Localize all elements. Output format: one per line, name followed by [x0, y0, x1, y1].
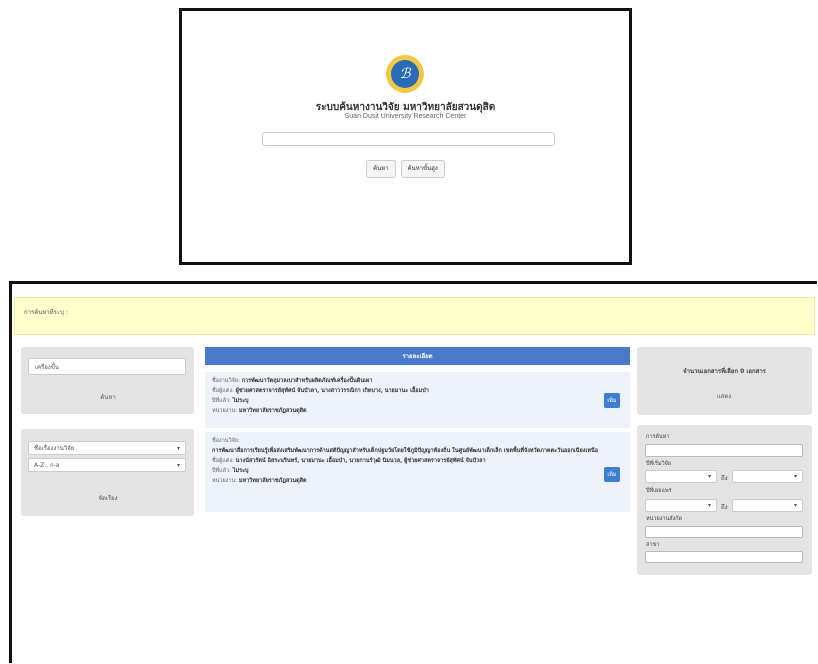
- year-value: ไม่ระบุ: [232, 398, 249, 404]
- advanced-search-button[interactable]: ค้นหาขั้นสูง: [400, 160, 445, 178]
- year-end-to-label: ถึง: [721, 504, 728, 511]
- advanced-search-input[interactable]: [645, 444, 803, 457]
- results-header: รายละเอียด: [205, 347, 630, 365]
- search-field-label: การค้นหา: [646, 434, 670, 440]
- add-button[interactable]: เพิ่ม: [604, 393, 620, 408]
- show-selected-button[interactable]: แสดง: [707, 391, 741, 401]
- result-item: ชื่องานวิจัย: การพัฒนาวัตถุมวลเบาสำหรับผ…: [205, 372, 630, 428]
- chevron-down-icon: ▾: [707, 502, 711, 509]
- year-label: ปีที่แล้ว:: [212, 398, 231, 404]
- selected-count: จำนวนเอกสารที่เลือก 0 เอกสาร: [683, 368, 766, 375]
- sort-button[interactable]: จัดเรียง: [91, 493, 125, 503]
- authors: ผู้ช่วยศาสตราจารย์สุทัศน์ จันบัวลา, นางส…: [235, 388, 429, 394]
- organization: มหาวิทยาลัยราชภัฏสวนดุสิต: [238, 478, 307, 484]
- year-value: ไม่ระบุ: [232, 468, 249, 474]
- search-home-panel: ℬ ระบบค้นหางานวิจัย มหาวิทยาลัยสวนดุสิต …: [179, 8, 632, 265]
- system-subtitle: Suan Dusit University Research Center: [344, 113, 467, 120]
- year-start-to-select[interactable]: ▾: [732, 470, 803, 483]
- research-title-label: ชื่องานวิจัย:: [212, 378, 240, 384]
- keyword-search-button[interactable]: ค้นหา: [91, 392, 125, 402]
- research-title: การพัฒนาวัตถุมวลเบาสำหรับผลิตภัณฑ์เครื่อ…: [241, 378, 373, 384]
- chevron-down-icon: ▾: [707, 473, 711, 480]
- selection-panel: [637, 347, 812, 415]
- branch-input[interactable]: [645, 551, 803, 563]
- year-end-from-select[interactable]: ▾: [645, 499, 717, 512]
- author-label: ชื่อผู้แต่ง:: [212, 388, 234, 394]
- chevron-down-icon: ▾: [176, 461, 180, 469]
- research-title-label: ชื่องานวิจัย:: [212, 438, 240, 444]
- department-label: หน่วยงานสังกัด: [646, 516, 683, 522]
- sort-order-value: A-Z , ก-ฮ: [34, 462, 60, 469]
- sort-order-select[interactable]: A-Z , ก-ฮ ▾: [28, 458, 186, 472]
- university-logo: ℬ: [386, 55, 424, 93]
- year-end-label: ปีที่เผยแพร่: [646, 488, 672, 494]
- chevron-down-icon: ▾: [176, 444, 180, 452]
- result-item: ชื่องานวิจัย: การพัฒนาสื่อการเรียนรู้เพื…: [205, 432, 630, 512]
- logo-emblem-icon: ℬ: [391, 60, 419, 88]
- year-start-to-label: ถึง: [721, 475, 728, 482]
- year-end-to-select[interactable]: ▾: [732, 499, 803, 512]
- home-search-button[interactable]: ค้นหา: [366, 160, 396, 178]
- year-label: ปีที่แล้ว:: [212, 468, 231, 474]
- organization-label: หน่วยงาน:: [212, 478, 238, 484]
- organization: มหาวิทยาลัยราชภัฏสวนดุสิต: [238, 408, 307, 414]
- add-button[interactable]: เพิ่ม: [604, 467, 620, 482]
- keyword-input[interactable]: เครื่องขึ้น: [28, 358, 186, 375]
- chevron-down-icon: ▾: [793, 473, 797, 480]
- branch-label: สาขา: [646, 542, 660, 548]
- sort-field-value: ชื่อเรื่องงานวิจัย: [34, 445, 75, 452]
- sort-field-select[interactable]: ชื่อเรื่องงานวิจัย ▾: [28, 441, 186, 455]
- home-search-buttons: ค้นหา ค้นหาขั้นสูง: [182, 160, 629, 178]
- home-search-input[interactable]: [262, 132, 555, 146]
- search-criteria-label: การค้นหาที่ระบุ :: [24, 309, 68, 316]
- year-start-from-select[interactable]: ▾: [645, 470, 717, 483]
- author-label: ชื่อผู้แต่ง:: [212, 458, 234, 464]
- chevron-down-icon: ▾: [793, 502, 797, 509]
- department-input[interactable]: [645, 526, 803, 538]
- organization-label: หน่วยงาน:: [212, 408, 238, 414]
- search-criteria-bar: การค้นหาที่ระบุ :: [14, 297, 815, 335]
- year-start-label: ปีที่เริ่มวิจัย: [646, 461, 672, 467]
- research-title: การพัฒนาสื่อการเรียนรู้เพื่อส่งเสริมพัฒน…: [212, 448, 599, 454]
- authors: นางนัสวรัตน์ อิสระนรินทร์, นายมานะ เอื้อ…: [235, 458, 486, 464]
